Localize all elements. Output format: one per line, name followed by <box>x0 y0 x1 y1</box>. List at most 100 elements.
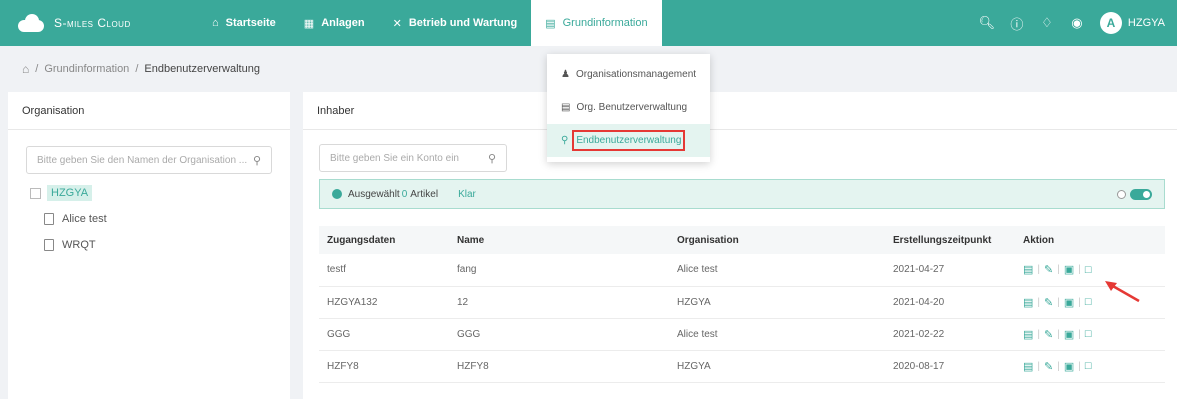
lock-icon[interactable]: ▣ <box>1064 263 1074 276</box>
user-name[interactable]: HZGYA <box>1128 17 1165 29</box>
delete-icon[interactable]: □ <box>1085 296 1092 308</box>
cell-account: GGG <box>319 318 449 351</box>
cell-account: HZFY8 <box>319 350 449 383</box>
tree-node-label: WRQT <box>62 239 96 251</box>
organisation-search-input[interactable]: Bitte geben Sie den Namen der Organisati… <box>26 146 272 174</box>
cell-created: 2021-02-22 <box>885 318 1015 351</box>
grid-icon: ▦ <box>303 17 315 30</box>
details-icon[interactable]: ▤ <box>1023 360 1033 373</box>
cloud-logo-icon <box>18 14 46 32</box>
menu-item-label: Org. Benutzerverwaltung <box>576 102 688 113</box>
selection-count: 0 <box>401 188 408 200</box>
id-card-icon: ▤ <box>561 102 571 113</box>
cell-name: fang <box>449 254 669 287</box>
column-header[interactable]: Organisation <box>669 226 885 254</box>
table-row[interactable]: HZGYA132 12 HZGYA 2021-04-20 ▤ | ✎ | ▣ | □ <box>319 286 1165 319</box>
lock-icon[interactable]: ▣ <box>1064 296 1074 309</box>
column-header[interactable]: Name <box>449 226 669 254</box>
users-table: Zugangsdaten Name Organisation Erstellun… <box>319 226 1165 383</box>
search-placeholder: Bitte geben Sie den Namen der Organisati… <box>37 154 248 166</box>
search-icon[interactable]: ⚲ <box>253 154 261 167</box>
panel-title: Inhaber <box>303 92 1177 130</box>
nav-label: Betrieb und Wartung <box>408 17 518 29</box>
nav-label: Startseite <box>225 17 276 29</box>
edit-icon[interactable]: ✎ <box>1044 263 1053 276</box>
lock-icon[interactable]: ▣ <box>1064 360 1074 373</box>
panel-title: Organisation <box>8 92 290 130</box>
selection-bar: Ausgewählt 0 Artikel Klar <box>319 179 1165 209</box>
cell-name: HZFY8 <box>449 350 669 383</box>
tree-node[interactable]: WRQT <box>30 232 107 258</box>
cell-actions: ▤ | ✎ | ▣ | □ <box>1015 318 1165 351</box>
search-icon[interactable]: ⚲ <box>488 152 496 165</box>
column-header[interactable]: Erstellungszeitpunkt <box>885 226 1015 254</box>
brand[interactable]: S-miles Cloud <box>0 0 198 46</box>
cell-account: testf <box>319 254 449 287</box>
cell-organisation: HZGYA <box>669 350 885 383</box>
cell-created: 2020-08-17 <box>885 350 1015 383</box>
delete-icon[interactable]: □ <box>1085 328 1092 340</box>
nav-label: Grundinformation <box>562 17 648 29</box>
edit-icon[interactable]: ✎ <box>1044 296 1053 309</box>
edit-icon[interactable]: ✎ <box>1044 328 1053 341</box>
delete-icon[interactable]: □ <box>1085 360 1092 372</box>
tools-icon: ✕ <box>392 17 402 30</box>
delete-icon[interactable]: □ <box>1085 264 1092 276</box>
table-header-row: Zugangsdaten Name Organisation Erstellun… <box>319 226 1165 254</box>
lock-icon[interactable]: ▣ <box>1064 328 1074 341</box>
home-icon: ⌂ <box>212 17 219 29</box>
table-row[interactable]: HZFY8 HZFY8 HZGYA 2020-08-17 ▤ | ✎ | ▣ | □ <box>319 350 1165 383</box>
clear-selection-link[interactable]: Klar <box>458 189 476 200</box>
document-icon: ▤ <box>545 17 556 30</box>
cell-actions: ▤ | ✎ | ▣ | □ <box>1015 350 1165 383</box>
nav-label: Anlagen <box>321 17 365 29</box>
tree-root-label: HZGYA <box>47 185 93 201</box>
nav-anlagen[interactable]: ▦ Anlagen <box>290 0 379 46</box>
file-icon <box>44 213 54 225</box>
toggle-switch[interactable] <box>1130 188 1152 200</box>
folder-icon <box>30 187 41 199</box>
table-row[interactable]: GGG GGG Alice test 2021-02-22 ▤ | ✎ | ▣ | □ <box>319 318 1165 351</box>
details-icon[interactable]: ▤ <box>1023 296 1033 309</box>
inhaber-panel: Inhaber Bitte geben Sie ein Konto ein ⚲ … <box>303 92 1177 399</box>
bell-icon[interactable]: ♢ <box>1032 15 1062 31</box>
column-header[interactable]: Zugangsdaten <box>319 226 449 254</box>
tree-node[interactable]: Alice test <box>30 206 107 232</box>
menu-item-org-benutzerverwaltung[interactable]: ▤ Org. Benutzerverwaltung <box>547 91 710 124</box>
help-icon[interactable]: ⓘ <box>1002 14 1032 33</box>
info-icon <box>332 189 342 199</box>
table-row[interactable]: testf fang Alice test 2021-04-27 ▤ | ✎ | ▣… <box>319 254 1165 287</box>
edit-icon[interactable]: ✎ <box>1044 360 1053 373</box>
breadcrumb-root[interactable]: Grundinformation <box>44 63 129 75</box>
organisation-panel: Organisation Bitte geben Sie den Namen d… <box>8 92 290 399</box>
tree-root[interactable]: HZGYA <box>30 180 107 206</box>
nav-betrieb-und-wartung[interactable]: ✕ Betrieb und Wartung <box>379 0 532 46</box>
selection-suffix: Artikel <box>410 188 439 200</box>
cell-organisation: Alice test <box>669 254 885 287</box>
avatar[interactable]: A <box>1099 12 1122 34</box>
details-icon[interactable]: ▤ <box>1023 263 1033 276</box>
home-icon[interactable]: ⌂ <box>22 62 29 76</box>
menu-item-organisationsmanagement[interactable]: ♟ Organisationsmanagement <box>547 58 710 91</box>
cell-created: 2021-04-20 <box>885 286 1015 319</box>
radio-icon <box>1117 189 1126 199</box>
globe-icon[interactable]: ◉ <box>1062 15 1092 31</box>
menu-item-label: Endbenutzerverwaltung <box>572 130 686 151</box>
search-icon[interactable]: 🔍︎ <box>972 15 1002 31</box>
details-icon[interactable]: ▤ <box>1023 328 1033 341</box>
cell-organisation: Alice test <box>669 318 885 351</box>
user-icon: ⚲ <box>561 135 569 146</box>
cell-created: 2021-04-27 <box>885 254 1015 287</box>
organisation-tree: HZGYA Alice test WRQT <box>30 180 107 258</box>
nav-startseite[interactable]: ⌂ Startseite <box>198 0 290 46</box>
account-search-input[interactable]: Bitte geben Sie ein Konto ein ⚲ <box>319 144 507 172</box>
menu-item-endbenutzerverwaltung[interactable]: ⚲ Endbenutzerverwaltung <box>547 124 710 157</box>
tree-node-label: Alice test <box>62 213 107 225</box>
top-navigation-bar: S-miles Cloud ⌂ Startseite ▦ Anlagen ✕ B… <box>0 0 1177 46</box>
view-toggle[interactable] <box>1117 188 1152 200</box>
nav-grundinformation[interactable]: ▤ Grundinformation <box>531 0 662 46</box>
file-icon <box>44 239 54 251</box>
cell-name: 12 <box>449 286 669 319</box>
cell-account: HZGYA132 <box>319 286 449 319</box>
breadcrumb-current: Endbenutzerverwaltung <box>144 63 260 75</box>
